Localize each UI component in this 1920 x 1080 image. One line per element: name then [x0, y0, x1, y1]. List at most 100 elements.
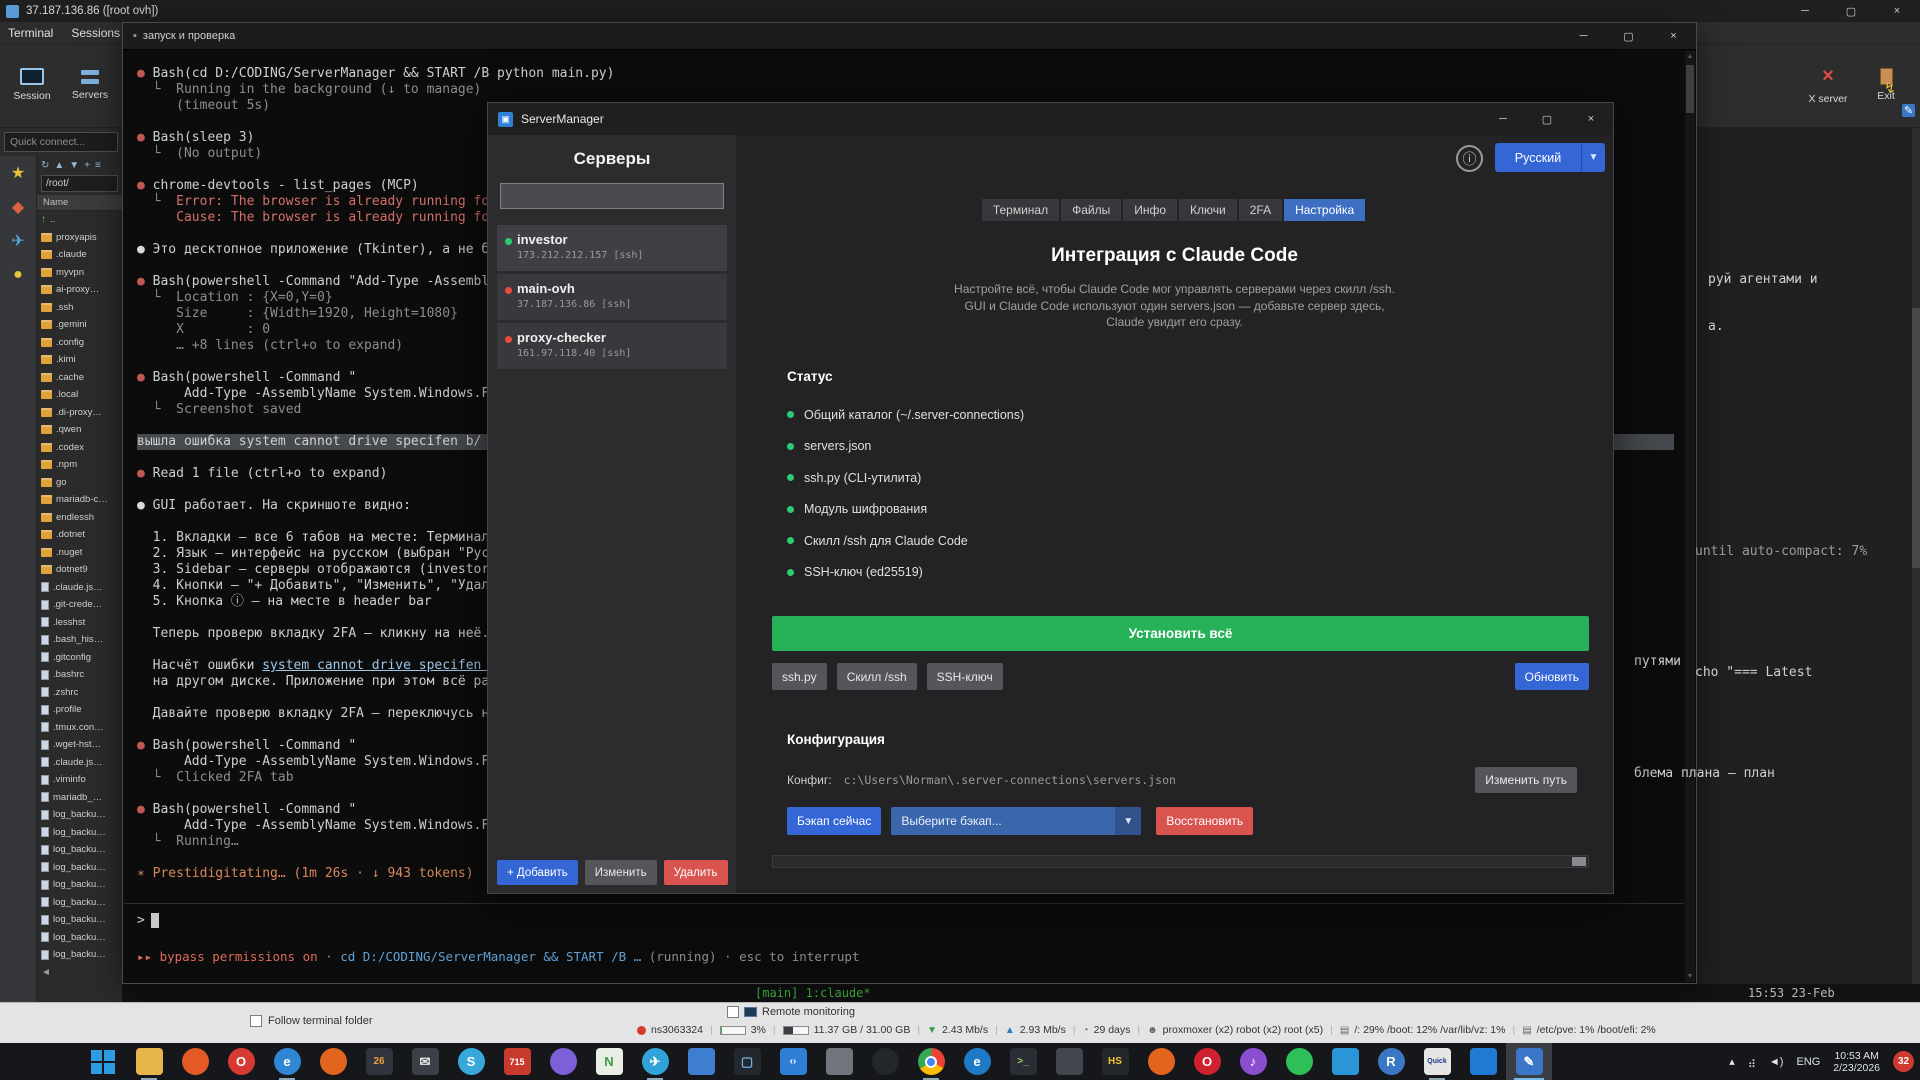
add-server-button[interactable]: + Добавить: [497, 860, 578, 885]
remote-monitoring-checkbox[interactable]: Remote monitoring: [727, 1006, 855, 1018]
taskbar-quick-launch[interactable]: Quick: [1414, 1043, 1460, 1080]
file-tree-item[interactable]: log_backu…: [37, 876, 122, 894]
file-tree-item[interactable]: log_backu…: [37, 841, 122, 859]
servermanager-titlebar[interactable]: ▣ ServerManager ─ ▢ ×: [488, 103, 1613, 135]
file-tree-item[interactable]: .wget-hst…: [37, 736, 122, 754]
status-icon[interactable]: ●: [0, 258, 36, 292]
sftp-tool-icon[interactable]: ↻: [41, 160, 49, 171]
file-tree-item[interactable]: .zshrc: [37, 684, 122, 702]
file-tree-item[interactable]: .cache: [37, 369, 122, 387]
file-tree-item[interactable]: .viminfo: [37, 771, 122, 789]
taskbar-terminal-app[interactable]: >_: [1000, 1043, 1046, 1080]
tree-scroll-left-icon[interactable]: ◄: [37, 967, 122, 978]
taskbar-messenger[interactable]: 26: [356, 1043, 402, 1080]
file-tree-item[interactable]: .claude: [37, 246, 122, 264]
taskbar-utility[interactable]: [816, 1043, 862, 1080]
taskbar-remote-display[interactable]: ▢: [724, 1043, 770, 1080]
change-path-button[interactable]: Изменить путь: [1475, 767, 1577, 793]
taskbar-paint[interactable]: ✎: [1506, 1043, 1552, 1080]
file-tree-item[interactable]: log_backu…: [37, 929, 122, 947]
lightning-icon[interactable]: ↯: [1884, 80, 1896, 97]
file-tree-item[interactable]: go: [37, 474, 122, 492]
terminal-maximize-icon[interactable]: ▢: [1606, 23, 1651, 49]
taskbar-media-app[interactable]: [1046, 1043, 1092, 1080]
taskbar-firefox[interactable]: [310, 1043, 356, 1080]
keyboard-language[interactable]: ENG: [1796, 1056, 1820, 1068]
delete-server-button[interactable]: Удалить: [663, 860, 728, 885]
file-tree-item[interactable]: .bashrc: [37, 666, 122, 684]
taskbar-edge-beta[interactable]: e: [954, 1043, 1000, 1080]
menu-sessions[interactable]: Sessions: [71, 26, 120, 40]
pencil-icon[interactable]: ✎: [1902, 104, 1916, 117]
close-icon[interactable]: ×: [1874, 0, 1920, 22]
x-server-button[interactable]: × X server: [1800, 48, 1856, 122]
terminal-close-icon[interactable]: ×: [1651, 23, 1696, 49]
edit-server-button[interactable]: Изменить: [584, 860, 657, 885]
file-tree-item[interactable]: .npm: [37, 456, 122, 474]
file-tree-item[interactable]: log_backu…: [37, 946, 122, 964]
file-tree-item[interactable]: mariadb-c…: [37, 491, 122, 509]
file-tree-item[interactable]: .ssh: [37, 299, 122, 317]
file-tree-item[interactable]: .claude.js…: [37, 579, 122, 597]
file-tree-item[interactable]: .git-crede…: [37, 596, 122, 614]
terminal-titlebar[interactable]: ▪ запуск и проверка ─ ▢ ×: [123, 23, 1696, 50]
taskbar-vscode[interactable]: ‹›: [770, 1043, 816, 1080]
maximize-icon[interactable]: ▢: [1828, 0, 1874, 22]
taskbar-skype[interactable]: S: [448, 1043, 494, 1080]
taskbar-photos[interactable]: [1460, 1043, 1506, 1080]
sftp-path-input[interactable]: /root/: [41, 175, 118, 192]
taskbar-file-explorer[interactable]: [126, 1043, 172, 1080]
file-tree-item[interactable]: .gitconfig: [37, 649, 122, 667]
scroll-down-icon[interactable]: ▼: [1685, 973, 1695, 980]
tray-chevron-icon[interactable]: ▴: [1729, 1055, 1735, 1068]
servers-button[interactable]: Servers: [62, 48, 118, 122]
follow-terminal-folder-checkbox[interactable]: Follow terminal folder: [250, 1015, 373, 1027]
sftp-tool-icon[interactable]: ▲: [54, 160, 64, 171]
scroll-up-icon[interactable]: ▲: [1685, 53, 1695, 60]
file-tree-item[interactable]: .config: [37, 334, 122, 352]
network-icon[interactable]: ⣴: [1748, 1055, 1756, 1068]
file-tree-item[interactable]: .dotnet: [37, 526, 122, 544]
send-icon[interactable]: ✈: [0, 224, 36, 258]
sftp-tool-icon[interactable]: +: [84, 160, 90, 171]
file-tree-item[interactable]: .bash_his…: [37, 631, 122, 649]
taskbar-viber[interactable]: [540, 1043, 586, 1080]
file-tree-item[interactable]: .nuget: [37, 544, 122, 562]
file-tree-item[interactable]: myvpn: [37, 264, 122, 282]
taskbar-green-app[interactable]: [1276, 1043, 1322, 1080]
sm-close-icon[interactable]: ×: [1569, 103, 1613, 135]
taskbar-rstudio[interactable]: R: [1368, 1043, 1414, 1080]
taskbar-docker[interactable]: [1322, 1043, 1368, 1080]
terminal-minimize-icon[interactable]: ─: [1561, 23, 1606, 49]
server-search-input[interactable]: [500, 183, 724, 209]
file-tree-item[interactable]: log_backu…: [37, 911, 122, 929]
file-tree-item[interactable]: .local: [37, 386, 122, 404]
component-button[interactable]: ssh.py: [772, 663, 827, 690]
tray-clock[interactable]: 10:53 AM 2/23/2026: [1833, 1050, 1880, 1074]
sm-maximize-icon[interactable]: ▢: [1525, 103, 1569, 135]
file-tree-item[interactable]: .codex: [37, 439, 122, 457]
file-tree-item[interactable]: .di-proxy…: [37, 404, 122, 422]
sm-minimize-icon[interactable]: ─: [1481, 103, 1525, 135]
taskbar-telegram[interactable]: ✈: [632, 1043, 678, 1080]
horizontal-scrollbar[interactable]: [772, 855, 1589, 868]
hscrollbar-thumb[interactable]: [1572, 857, 1586, 866]
backup-select-dropdown[interactable]: Выберите бэкап... ▼: [891, 807, 1142, 835]
file-tree-item[interactable]: ↑..: [37, 211, 122, 229]
minimize-icon[interactable]: ─: [1782, 0, 1828, 22]
file-tree-item[interactable]: mariadb_…: [37, 789, 122, 807]
file-tree-item[interactable]: log_backu…: [37, 806, 122, 824]
file-tree-item[interactable]: ai-proxy…: [37, 281, 122, 299]
file-tree-item[interactable]: .lesshst: [37, 614, 122, 632]
volume-icon[interactable]: ◄): [1769, 1056, 1784, 1068]
notification-badge[interactable]: 32: [1893, 1051, 1914, 1072]
file-tree-item[interactable]: endlessh: [37, 509, 122, 527]
taskbar-opera-gx[interactable]: O: [1184, 1043, 1230, 1080]
taskbar-firefox-dev[interactable]: [1138, 1043, 1184, 1080]
terminal-scrollbar[interactable]: ▲ ▼: [1685, 51, 1695, 982]
server-list-item[interactable]: main-ovh 37.187.136.86 [ssh]: [497, 274, 727, 320]
server-list-item[interactable]: investor 173.212.212.157 [ssh]: [497, 225, 727, 271]
favorites-icon[interactable]: ★: [0, 156, 36, 190]
macros-icon[interactable]: ◆: [0, 190, 36, 224]
taskbar-notepad[interactable]: N: [586, 1043, 632, 1080]
